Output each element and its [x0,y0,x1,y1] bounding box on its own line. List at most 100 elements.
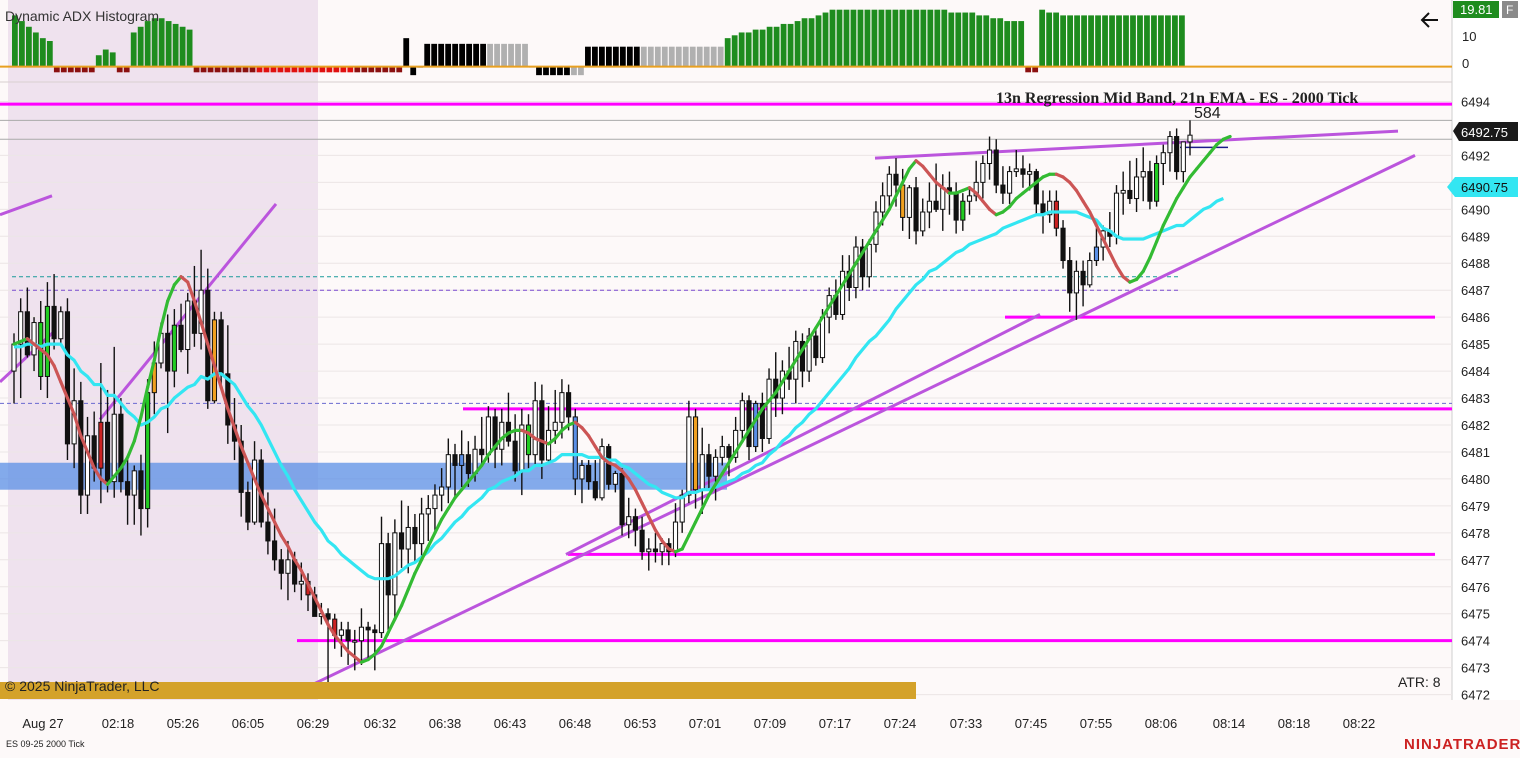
candle-body [24,311,30,356]
candle-body [926,200,932,213]
candle-body [165,332,171,372]
candle-body [572,416,578,480]
overlay-title: 13n Regression Mid Band, 21n EMA - ES - … [996,90,1358,107]
adx-bar [927,9,934,67]
adx-bar [885,9,892,67]
candle [1154,155,1160,207]
chart-window: 6472 6473 6474 6475 6476 6477 6478 6479 6480 6481… [0,0,1520,753]
adx-bar [1046,12,1053,67]
candle-body [913,187,919,232]
candle [58,306,64,345]
candle-body [378,543,385,634]
candle-body [1160,152,1166,164]
adx-bar [186,29,193,67]
adx-bar [857,9,864,67]
candle-body [719,446,725,458]
candle-body [1000,184,1006,194]
candle-body [131,470,137,496]
candle-body [880,195,886,213]
adx-bar [1102,15,1108,67]
candle-body [1140,171,1146,178]
time-tick-label: 07:33 [950,716,983,731]
time-tick-label: 06:48 [559,716,592,731]
adx-bar [626,46,633,67]
adx-axis-tick-10: 10 [1462,29,1476,44]
adx-bar [578,66,584,76]
candle-body [1187,134,1193,143]
candle-body [1113,192,1120,237]
time-tick-label: 06:38 [429,716,462,731]
adx-bar [871,9,878,67]
candle-body [566,392,572,418]
adx-bar [878,9,885,67]
candle-body [1013,168,1019,173]
adx-bar [165,21,172,67]
candle-body [980,162,986,183]
adx-bar [913,9,920,67]
adx-bar [452,43,459,67]
adx-bar [745,32,752,67]
adx-bar [1137,15,1143,67]
adx-bar [990,18,997,67]
ninjatrader-chart[interactable]: 6472 6473 6474 6475 6476 6477 6478 6479 6480 6481… [0,0,1520,753]
adx-bar [738,32,745,67]
adx-bar [109,52,116,67]
candle-body [285,559,291,574]
adx-bar [752,29,759,67]
adx-bar [557,66,563,76]
candle-body [1033,171,1039,205]
candle-body [739,400,745,431]
adx-bar [466,43,473,67]
candle-body [58,311,64,340]
candle-body [532,400,538,456]
adx-bar [1144,15,1150,67]
adx-bar [843,9,850,67]
candle [766,368,772,444]
candle-body [920,211,926,232]
candle-body [966,195,973,202]
adx-bar [703,46,710,67]
candle-body [272,540,278,561]
candle-body [1167,136,1173,154]
candle-body [906,187,912,218]
adx-bar [1165,15,1171,67]
candle-body [626,516,632,526]
adx-bar [892,9,899,67]
adx-bar [410,66,417,76]
adx-bar [941,9,948,67]
adx-bar [766,26,773,67]
candle-body [866,243,872,278]
price-tick-label: 6486 [1461,310,1490,325]
adx-bar [808,18,815,67]
adx-bar [151,18,158,67]
adx-bar [997,18,1004,67]
candle-body [893,173,899,186]
adx-bar [494,43,500,67]
adx-bar [1011,21,1018,67]
adx-bar [144,21,151,67]
candle-body [933,200,939,210]
adx-bar [948,12,955,67]
adx-bar [515,43,521,67]
candle-body [612,473,618,485]
adx-bar [1095,15,1101,67]
time-tick-label: 06:32 [364,716,397,731]
candle-body [706,454,712,477]
adx-bar [550,66,556,76]
candle-body [1147,171,1153,202]
adx-bar [95,55,102,67]
candle [78,381,84,514]
price-tick-label: 6494 [1461,94,1490,109]
candle-body [699,454,705,491]
adx-bar [508,43,514,67]
adx-bar [682,46,689,67]
adx-bar [445,43,452,67]
candle-body [652,548,659,553]
adx-bar [459,43,466,67]
candle-body [358,626,365,642]
price-tick-label: 6472 [1461,688,1490,703]
candle-body [385,543,391,596]
adx-bar [1074,15,1080,67]
candle-body [606,446,612,485]
adx-bar [480,43,486,67]
